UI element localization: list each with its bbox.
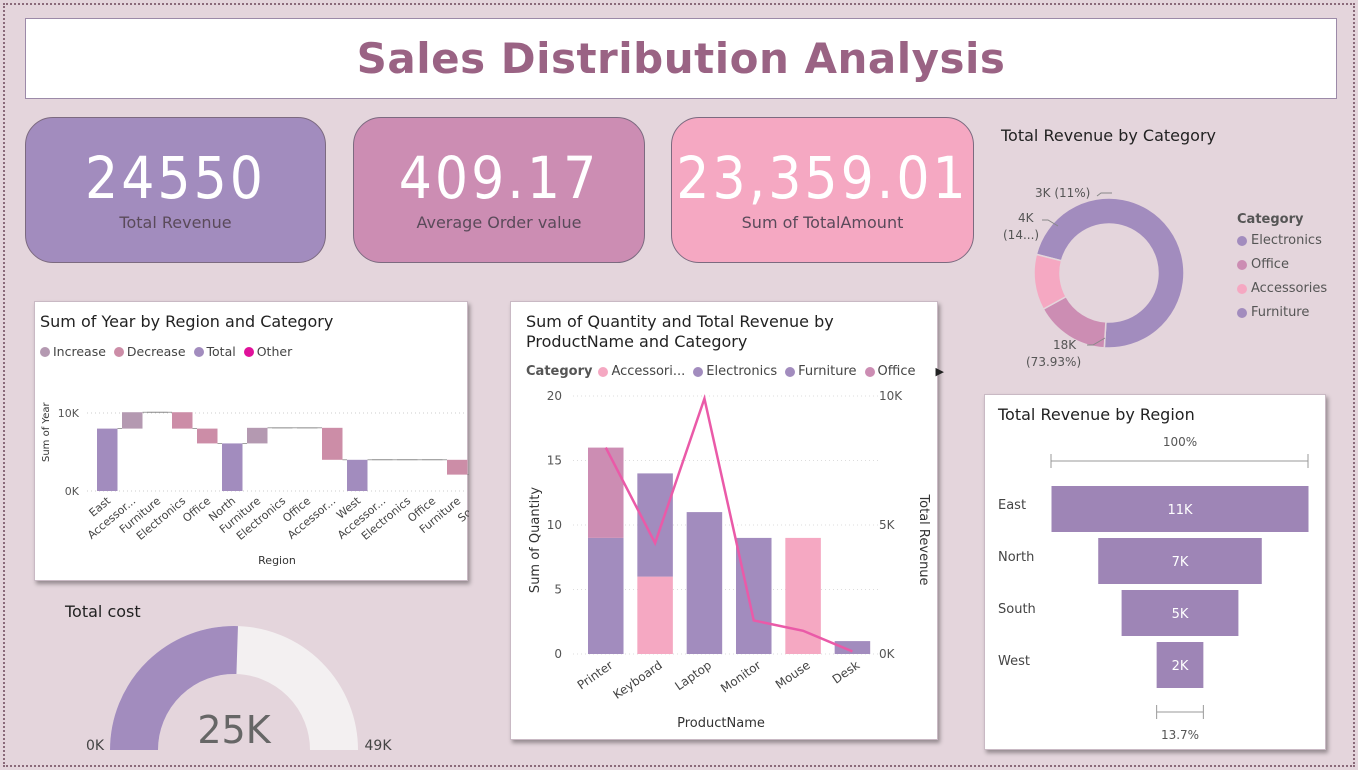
legend-swatch xyxy=(1237,235,1247,246)
legend-label: Accessories xyxy=(1251,281,1328,296)
kpi-value: 24550 xyxy=(85,143,266,212)
funnel-value-label: 2K xyxy=(1172,659,1189,674)
funnel-value-label: 7K xyxy=(1172,555,1189,570)
waterfall-bar[interactable] xyxy=(447,459,468,475)
combo-x-tick: Mouse xyxy=(773,658,813,692)
title-banner: Sales Distribution Analysis xyxy=(25,18,1337,99)
funnel-value-label: 11K xyxy=(1167,503,1193,518)
combo-bar-office[interactable] xyxy=(588,447,624,538)
donut-label-accessories: 3K (11%) xyxy=(1035,186,1090,200)
combo-bar-electronics[interactable] xyxy=(588,537,624,654)
waterfall-x-tick: Office xyxy=(180,494,213,525)
donut-label-electronics-percent: (73.93%) xyxy=(1026,355,1081,369)
combo-x-tick: Laptop xyxy=(672,658,714,693)
combo-x-tick: Printer xyxy=(575,658,616,692)
combo-x-tick: Desk xyxy=(830,658,863,687)
waterfall-bar[interactable] xyxy=(322,427,343,460)
legend-title: Category xyxy=(1237,212,1304,227)
funnel-plot[interactable]: 100% 13.7% East 11K North 7K South 5K West 2K xyxy=(985,395,1327,751)
legend-label: Electronics xyxy=(1251,233,1322,248)
waterfall-plot[interactable]: Sum of Year Region 10K 0K EastAccessor..… xyxy=(35,302,469,582)
legend-label: Office xyxy=(1251,257,1289,272)
right-tick: 10K xyxy=(879,389,903,403)
funnel-chart-card[interactable]: Total Revenue by Region 100% 13.7% East 1… xyxy=(984,394,1326,750)
left-tick: 10 xyxy=(547,518,562,532)
combo-x-tick: Keyboard xyxy=(611,658,665,702)
combo-x-axis-label: ProductName xyxy=(677,716,765,731)
page-title: Sales Distribution Analysis xyxy=(356,34,1006,83)
combo-bar-electronics[interactable] xyxy=(736,537,772,654)
waterfall-bar[interactable] xyxy=(122,412,143,429)
donut-legend-item[interactable]: Furniture xyxy=(1237,305,1327,320)
combo-bar-electronics[interactable] xyxy=(637,473,673,577)
combo-right-axis-label: Total Revenue xyxy=(916,493,931,585)
gauge-min-label: 0K xyxy=(86,738,105,754)
donut-legend: Category Electronics Office Accessories Fur… xyxy=(1237,212,1327,329)
y-tick-10k: 10K xyxy=(58,407,80,420)
waterfall-bar[interactable] xyxy=(222,443,243,491)
donut-label-electronics-value: 18K xyxy=(1053,338,1077,352)
legend-swatch xyxy=(1237,283,1247,294)
kpi-value: 409.17 xyxy=(398,143,600,212)
waterfall-bar[interactable] xyxy=(97,428,118,491)
right-tick: 0K xyxy=(879,647,896,661)
donut-legend-item[interactable]: Electronics xyxy=(1237,233,1327,248)
donut-slices xyxy=(1033,197,1185,349)
funnel-category-label: North xyxy=(998,550,1034,565)
waterfall-bar[interactable] xyxy=(197,428,218,444)
combo-plot[interactable]: Sum of Quantity Total Revenue ProductNam… xyxy=(511,302,939,741)
combo-bar-electronics[interactable] xyxy=(686,512,723,654)
gauge-max-label: 49K xyxy=(365,738,393,754)
kpi-label: Average Order value xyxy=(416,212,582,232)
waterfall-bar[interactable] xyxy=(347,459,368,491)
gauge-panel[interactable]: Total cost 25K 0K 49K xyxy=(60,595,410,765)
funnel-category-label: West xyxy=(998,654,1030,669)
donut-label-office-percent: (14...) xyxy=(1003,228,1039,242)
funnel-bottom-percent: 13.7% xyxy=(1161,728,1199,742)
left-tick: 15 xyxy=(547,454,562,468)
left-tick: 20 xyxy=(547,389,562,403)
legend-label: Furniture xyxy=(1251,305,1310,320)
combo-x-tick: Monitor xyxy=(718,658,763,696)
kpi-average-order-value[interactable]: 409.17 Average Order value xyxy=(353,117,645,263)
combo-left-axis-label: Sum of Quantity xyxy=(528,487,543,593)
kpi-total-revenue[interactable]: 24550 Total Revenue xyxy=(25,117,326,263)
waterfall-bar[interactable] xyxy=(247,427,268,444)
waterfall-bar[interactable] xyxy=(172,412,193,429)
right-tick: 5K xyxy=(879,518,896,532)
gauge-chart[interactable]: 25K 0K 49K xyxy=(60,595,410,765)
y-tick-0k: 0K xyxy=(65,485,80,498)
legend-swatch xyxy=(1237,259,1247,270)
funnel-top-percent: 100% xyxy=(1163,435,1197,449)
donut-legend-item[interactable]: Office xyxy=(1237,257,1327,272)
funnel-category-label: East xyxy=(998,498,1026,513)
waterfall-y-axis-label: Sum of Year xyxy=(41,402,52,462)
waterfall-chart-card[interactable]: Sum of Year by Region and Category Incre… xyxy=(34,301,469,582)
combo-bar-accessories[interactable] xyxy=(637,576,673,654)
left-tick: 5 xyxy=(554,583,562,597)
donut-chart-panel[interactable]: Total Revenue by Category 3K (11%) 4K (1… xyxy=(990,118,1340,383)
kpi-label: Sum of TotalAmount xyxy=(741,212,904,232)
donut-label-office-value: 4K xyxy=(1018,211,1035,225)
funnel-value-label: 5K xyxy=(1172,607,1189,622)
leader-line xyxy=(1096,192,1112,197)
funnel-category-label: South xyxy=(998,602,1036,617)
combo-chart-card[interactable]: Sum of Quantity and Total Revenue by Pro… xyxy=(510,301,944,741)
gauge-value-label: 25K xyxy=(197,708,271,752)
waterfall-x-axis-label: Region xyxy=(258,554,296,567)
kpi-sum-total-amount[interactable]: 23,359.01 Sum of TotalAmount xyxy=(671,117,974,263)
kpi-label: Total Revenue xyxy=(119,212,232,232)
left-tick: 0 xyxy=(554,647,562,661)
legend-swatch xyxy=(1237,307,1247,318)
kpi-value: 23,359.01 xyxy=(676,143,969,212)
donut-legend-item[interactable]: Accessories xyxy=(1237,281,1327,296)
